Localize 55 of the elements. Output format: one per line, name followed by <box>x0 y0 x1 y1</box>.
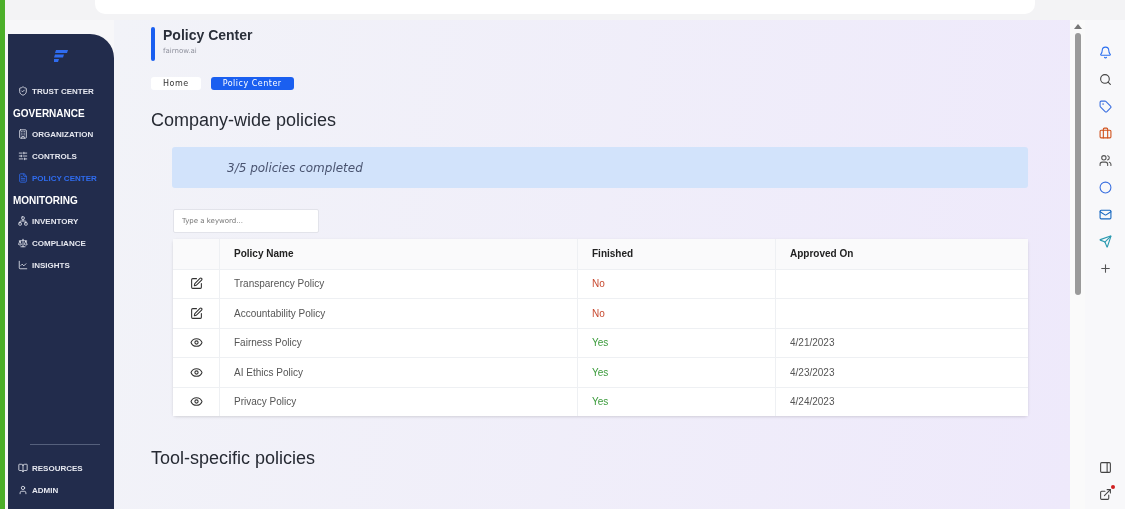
section-title: Company-wide policies <box>151 110 338 131</box>
table-cell: 4/24/2023 <box>790 396 835 408</box>
section-heading: GOVERNANCE <box>12 107 86 121</box>
plus-icon[interactable] <box>1098 262 1112 275</box>
table-cell: AI Ethics Policy <box>219 358 577 387</box>
chart-icon <box>18 260 28 270</box>
section-heading: MONITORING <box>12 194 79 208</box>
network-icon <box>18 216 28 226</box>
title-accent <box>151 27 155 61</box>
shield-icon <box>18 86 28 96</box>
sidebar-item[interactable]: INSIGHTS <box>8 254 114 276</box>
breadcrumb[interactable]: Home <box>151 77 201 90</box>
page-title: Policy Center <box>163 27 253 43</box>
document-icon <box>18 173 28 183</box>
table-cell: Privacy Policy <box>219 387 577 416</box>
sidebar-item[interactable]: RESOURCES <box>8 457 114 479</box>
logo-icon <box>54 50 68 62</box>
sidebar-item[interactable]: INVENTORY <box>8 210 114 232</box>
user-icon <box>18 485 28 495</box>
bell-icon[interactable] <box>1098 46 1112 59</box>
scale-icon <box>18 238 28 248</box>
eye-icon[interactable] <box>189 365 203 379</box>
table-cell: No <box>577 299 775 328</box>
table-cell: Accountability Policy <box>219 299 577 328</box>
eye-icon[interactable] <box>189 336 203 350</box>
sidebar-item[interactable]: ADMIN <box>8 479 114 501</box>
mail-icon[interactable] <box>1098 208 1112 221</box>
briefcase-icon[interactable] <box>1098 127 1112 140</box>
column-header: Policy Name <box>219 239 577 269</box>
table-cell: 4/23/2023 <box>790 366 835 378</box>
panel-icon[interactable] <box>1098 461 1112 474</box>
search-icon[interactable] <box>1098 73 1112 86</box>
book-icon <box>18 463 28 473</box>
table-cell: Yes <box>577 387 775 416</box>
people-icon[interactable] <box>1098 154 1112 167</box>
column-header: Approved On <box>775 239 1028 269</box>
sidebar-item[interactable]: TRUST CENTER <box>8 80 114 102</box>
sidebar-item[interactable]: CONTROLS <box>8 145 114 167</box>
tag-icon[interactable] <box>1098 100 1112 113</box>
ring-icon[interactable] <box>1098 181 1112 194</box>
send-icon[interactable] <box>1098 235 1112 248</box>
external-link-icon[interactable] <box>1098 488 1112 501</box>
building-icon <box>18 129 28 139</box>
breadcrumb[interactable]: Policy Center <box>210 77 294 90</box>
table-cell: 4/21/2023 <box>790 337 835 349</box>
sliders-icon <box>18 151 28 161</box>
sidebar-item[interactable]: ORGANIZATION <box>8 123 114 145</box>
table-cell: Yes <box>577 358 775 387</box>
column-header: Finished <box>577 239 775 269</box>
edit-icon[interactable] <box>189 277 203 291</box>
progress-banner: 3/5 policies completed <box>172 147 1028 188</box>
edit-icon[interactable] <box>189 306 203 320</box>
section-title: Tool-specific policies <box>151 448 317 469</box>
sidebar-item[interactable]: COMPLIANCE <box>8 232 114 254</box>
eye-icon[interactable] <box>189 395 203 409</box>
